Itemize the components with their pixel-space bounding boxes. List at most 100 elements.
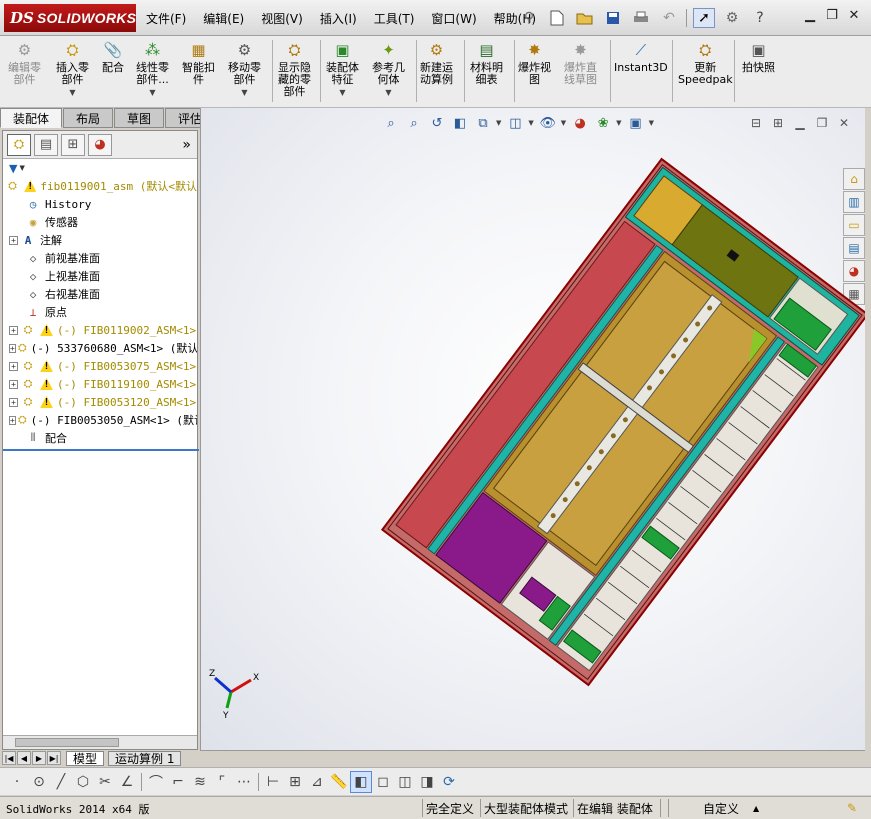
save-icon[interactable] xyxy=(602,8,624,28)
print-icon[interactable] xyxy=(630,8,652,28)
dropdown-arrow-icon[interactable]: ▼ xyxy=(339,87,345,99)
dropdown-arrow-icon[interactable]: ▼ xyxy=(149,87,155,99)
menu-window[interactable]: 窗口(W) xyxy=(431,10,476,27)
instant3d-button[interactable]: ⟋ Instant3D xyxy=(614,40,668,74)
graphics-area[interactable]: ⌕ ⌕ ↺ ◧ ⧉ ▼ ◫ ▼ 👁 ▼ ◕ ❀ ▼ ▣ ▼ ⊟ ⊞ ▁ ❐ ✕ ⌂ ▥ ▭… xyxy=(200,108,865,751)
tree-item-subassembly[interactable]: + ⛭ ! (-) FIB0053120_ASM<1> xyxy=(3,393,197,411)
menu-view[interactable]: 视图(V) xyxy=(261,10,303,27)
menu-tools[interactable]: 工具(T) xyxy=(374,10,415,27)
help-icon[interactable]: ? xyxy=(749,8,771,28)
explode-line-sketch-button[interactable]: ✸ 爆炸直 线草图 xyxy=(564,40,597,86)
smart-fastener-button[interactable]: ▦ 智能扣 件 xyxy=(182,40,215,86)
new-motion-study-button[interactable]: ⚙ 新建运 动算例 xyxy=(420,40,453,86)
tree-item-root[interactable]: ⛭ ! fib0119001_asm (默认<默认 xyxy=(3,177,197,195)
dropdown-arrow-icon[interactable]: ▼ xyxy=(69,87,75,99)
solidworks-logo[interactable]: DS SOLIDWORKS xyxy=(4,4,136,32)
expand-icon[interactable]: + xyxy=(9,397,18,407)
edit-component-button[interactable]: ⚙ 编辑零 部件 xyxy=(8,40,41,86)
tab-layout[interactable]: 布局 xyxy=(63,108,114,128)
angle-icon[interactable]: ∠ xyxy=(116,771,138,793)
display-manager-icon[interactable]: ◕ xyxy=(88,133,112,156)
last-tab-icon[interactable]: ▶| xyxy=(47,751,61,765)
rollback-bar[interactable] xyxy=(3,449,199,451)
cabinet-assembly[interactable] xyxy=(380,157,865,687)
tab-assembly[interactable]: 装配体 xyxy=(0,108,63,128)
hidden-lines-icon[interactable]: ◫ xyxy=(394,771,416,793)
tree-filter[interactable]: ▼ ▼ xyxy=(3,159,197,177)
new-doc-icon[interactable] xyxy=(546,8,568,28)
expand-icon[interactable]: + xyxy=(9,361,18,371)
prev-tab-icon[interactable]: ◀ xyxy=(17,751,31,765)
dropdown-arrow-icon[interactable]: ▼ xyxy=(385,87,391,99)
section-icon[interactable]: ◨ xyxy=(416,771,438,793)
property-manager-icon[interactable]: ▤ xyxy=(34,133,58,156)
exploded-view-button[interactable]: ✸ 爆炸视 图 xyxy=(518,40,551,86)
expand-icon[interactable]: + xyxy=(9,343,16,353)
tree-item-subassembly[interactable]: + ⛭ ! (-) FIB0053075_ASM<1> xyxy=(3,357,197,375)
menu-insert[interactable]: 插入(I) xyxy=(320,10,357,27)
line-icon[interactable]: ╱ xyxy=(50,771,72,793)
trim-icon[interactable]: ✂ xyxy=(94,771,116,793)
filter-icon[interactable]: ▼ xyxy=(9,162,17,175)
next-tab-icon[interactable]: ▶ xyxy=(32,751,46,765)
assembly-feature-button[interactable]: ▣ 装配体 特征 ▼ xyxy=(326,40,359,99)
menu-file[interactable]: 文件(F) xyxy=(146,10,186,27)
tree-item-top-plane[interactable]: ◇ 上视基准面 xyxy=(3,267,197,285)
grid-icon[interactable]: ⊞ xyxy=(284,771,306,793)
tree-item-front-plane[interactable]: ◇ 前视基准面 xyxy=(3,249,197,267)
rebuild-icon[interactable]: ⟳ xyxy=(438,771,460,793)
tree-item-subassembly[interactable]: + ⛭ ! (-) FIB0119002_ASM<1> xyxy=(3,321,197,339)
filter-dropdown-icon[interactable]: ▼ xyxy=(19,164,24,172)
offset-icon[interactable]: ≋ xyxy=(189,771,211,793)
bom-button[interactable]: ▤ 材料明 细表 xyxy=(470,40,503,86)
mate-button[interactable]: 📎 配合 xyxy=(102,40,124,74)
tree-item-subassembly[interactable]: + ⛭ (-) FIB0053050_ASM<1> (默认 xyxy=(3,411,197,429)
tab-motion-study[interactable]: 运动算例 1 xyxy=(108,750,182,766)
circle-icon[interactable]: ⊙ xyxy=(28,771,50,793)
options-icon[interactable]: ⚙ xyxy=(721,8,743,28)
tab-model[interactable]: 模型 xyxy=(66,750,105,766)
tree-item-origin[interactable]: ⊥ 原点 xyxy=(3,303,197,321)
insert-component-button[interactable]: ⛭ 插入零 部件 ▼ xyxy=(56,40,89,99)
polygon-icon[interactable]: ⬡ xyxy=(72,771,94,793)
open-icon[interactable] xyxy=(574,8,596,28)
wireframe-icon[interactable]: ◻ xyxy=(372,771,394,793)
linear-pattern-button[interactable]: ⁂ 线性零 部件... ▼ xyxy=(136,40,169,99)
relation-icon[interactable]: ⊿ xyxy=(306,771,328,793)
dropdown-arrow-icon[interactable]: ▼ xyxy=(241,87,247,99)
undo-icon[interactable]: ↶ xyxy=(658,8,680,28)
close-icon[interactable]: ✕ xyxy=(843,8,865,26)
point-icon[interactable]: · xyxy=(6,771,28,793)
quick-tips-icon[interactable]: ✎ xyxy=(844,799,857,817)
construction-icon[interactable]: ⋯ xyxy=(233,771,255,793)
shaded-icon[interactable]: ◧ xyxy=(350,770,372,793)
fillet-icon[interactable]: ⌒ xyxy=(145,771,167,793)
dimension-icon[interactable]: ⊢ xyxy=(262,771,284,793)
tree-item-subassembly[interactable]: + ⛭ ! (-) FIB0119100_ASM<1> xyxy=(3,375,197,393)
ruler-icon[interactable]: 📏 xyxy=(328,771,350,793)
expand-icon[interactable]: + xyxy=(9,379,18,389)
tree-item-mates[interactable]: ⫴ 配合 xyxy=(3,429,197,447)
minimize-icon[interactable]: ▁ xyxy=(799,8,821,26)
configuration-manager-icon[interactable]: ⊞ xyxy=(61,133,85,156)
menu-edit[interactable]: 编辑(E) xyxy=(203,10,244,27)
units-arrow-icon[interactable]: ▲ xyxy=(753,804,759,813)
expand-icon[interactable]: + xyxy=(9,325,18,335)
horizontal-scrollbar[interactable] xyxy=(3,735,197,749)
update-speedpak-button[interactable]: ⛭ 更新 Speedpak xyxy=(678,40,733,86)
select-icon[interactable]: ➚ xyxy=(693,8,715,28)
tab-sketch[interactable]: 草图 xyxy=(114,108,165,128)
tree-item-sensors[interactable]: ◉ 传感器 xyxy=(3,213,197,231)
feature-manager-icon[interactable]: ⛭ xyxy=(7,133,31,156)
tree-item-history[interactable]: ◷ History xyxy=(3,195,197,213)
tree-item-right-plane[interactable]: ◇ 右视基准面 xyxy=(3,285,197,303)
move-component-button[interactable]: ⚙ 移动零 部件 ▼ xyxy=(228,40,261,99)
first-tab-icon[interactable]: |◀ xyxy=(2,751,16,765)
pin-icon[interactable]: ⚲ xyxy=(518,8,540,28)
reference-geometry-button[interactable]: ✦ 参考几 何体 ▼ xyxy=(372,40,405,99)
restore-icon[interactable]: ❐ xyxy=(821,8,843,26)
chamfer-icon[interactable]: ⌐ xyxy=(167,771,189,793)
tree-item-annotations[interactable]: + A 注解 xyxy=(3,231,197,249)
snapshot-button[interactable]: ▣ 拍快照 xyxy=(742,40,775,74)
expand-icon[interactable]: + xyxy=(9,415,16,425)
